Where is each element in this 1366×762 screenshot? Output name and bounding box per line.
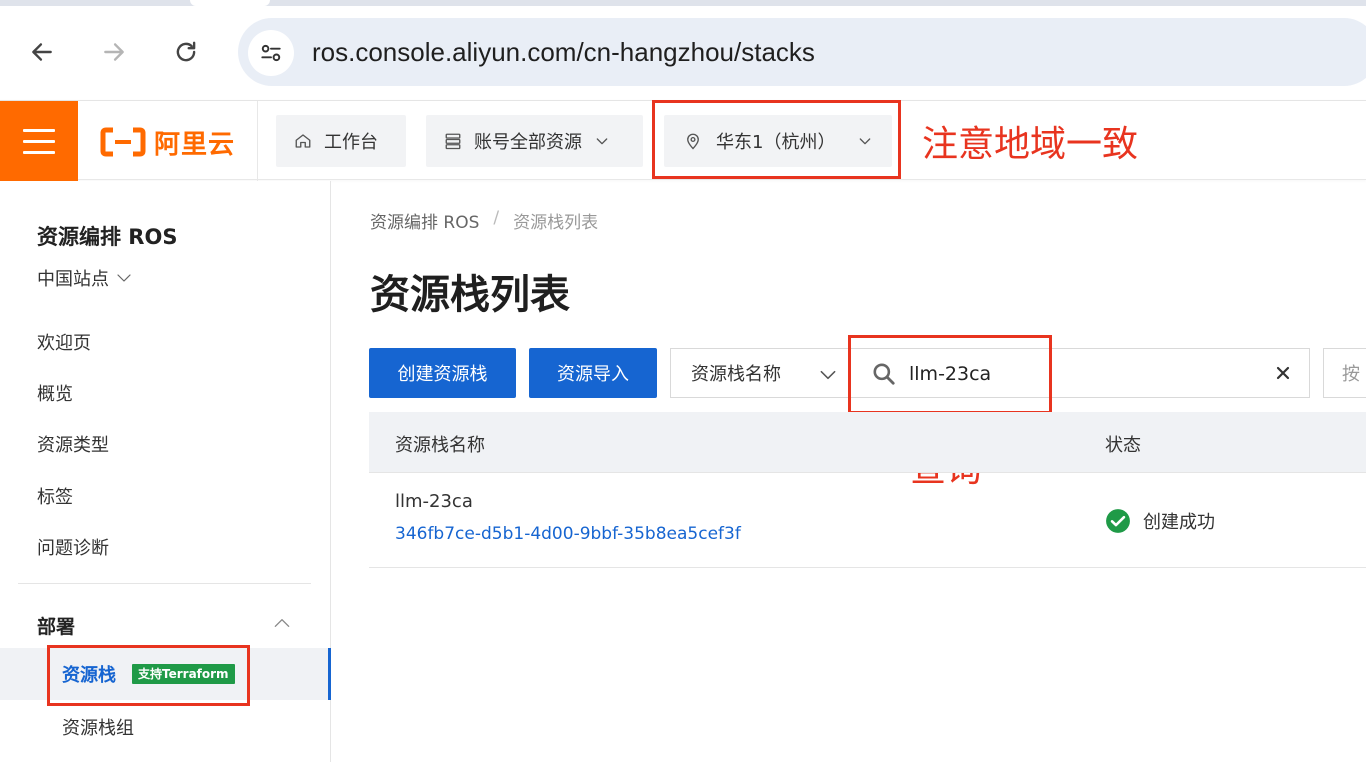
chevron-down-icon bbox=[820, 370, 836, 380]
breadcrumb: 资源编排 ROS / 资源栈列表 bbox=[370, 208, 598, 233]
clear-icon[interactable] bbox=[1271, 361, 1295, 385]
url-text[interactable]: ros.console.aliyun.com/cn-hangzhou/stack… bbox=[312, 37, 815, 68]
reload-button[interactable] bbox=[164, 30, 208, 74]
all-resources-label: 账号全部资源 bbox=[474, 132, 582, 153]
import-resources-button[interactable]: 资源导入 bbox=[529, 348, 657, 398]
breadcrumb-item-current: 资源栈列表 bbox=[513, 213, 599, 233]
secondary-filter[interactable]: 按 bbox=[1323, 348, 1366, 398]
sidebar-item-diagnosis[interactable]: 问题诊断 bbox=[37, 534, 109, 560]
workbench-label: 工作台 bbox=[324, 132, 378, 153]
sidebar-item-stack-groups[interactable]: 资源栈组 bbox=[62, 714, 134, 740]
tab-strip bbox=[0, 0, 1366, 6]
chevron-up-icon bbox=[274, 619, 290, 627]
table-header: 资源栈名称 状态 bbox=[369, 412, 1366, 473]
reload-icon bbox=[176, 41, 196, 62]
product-title: 资源编排 ROS bbox=[37, 225, 178, 249]
menu-button[interactable] bbox=[0, 101, 78, 181]
check-circle-icon bbox=[1106, 509, 1130, 533]
breadcrumb-separator: / bbox=[493, 208, 500, 228]
chevron-down-icon bbox=[117, 274, 131, 282]
sidebar-item-tags[interactable]: 标签 bbox=[37, 483, 73, 509]
sidebar-item-resource-types[interactable]: 资源类型 bbox=[37, 431, 109, 457]
site-label: 中国站点 bbox=[37, 269, 109, 290]
breadcrumb-item-ros[interactable]: 资源编排 ROS bbox=[370, 208, 479, 233]
sidebar-item-overview[interactable]: 概览 bbox=[37, 380, 73, 406]
sidebar-divider bbox=[18, 583, 311, 584]
create-stack-button[interactable]: 创建资源栈 bbox=[369, 348, 516, 398]
logo-text: 阿里云 bbox=[154, 129, 236, 160]
aliyun-logo-icon bbox=[100, 127, 146, 157]
status-text: 创建成功 bbox=[1143, 512, 1215, 533]
workbench-button[interactable]: 工作台 bbox=[276, 115, 406, 167]
site-info-button[interactable] bbox=[248, 30, 294, 76]
chevron-down-icon bbox=[596, 138, 608, 145]
table-row: llm-23ca 346fb7ce-d5b1-4d00-9bbf-35b8ea5… bbox=[369, 473, 1366, 568]
stacks-highlight-box bbox=[47, 645, 250, 706]
back-button[interactable] bbox=[20, 30, 64, 74]
active-indicator bbox=[328, 648, 331, 700]
collapse-button[interactable] bbox=[272, 613, 292, 637]
arrow-left-icon bbox=[32, 43, 52, 61]
stack-id-link[interactable]: 346fb7ce-d5b1-4d00-9bbf-35b8ea5cef3f bbox=[395, 524, 741, 544]
hamburger-icon bbox=[23, 128, 55, 132]
region-highlight-box bbox=[652, 100, 901, 179]
search-highlight-box bbox=[848, 335, 1052, 414]
sidebar-item-welcome[interactable]: 欢迎页 bbox=[37, 329, 91, 355]
forward-button[interactable] bbox=[92, 30, 136, 74]
sidebar-group-deploy[interactable]: 部署 bbox=[37, 612, 75, 639]
browser-chrome: ros.console.aliyun.com/cn-hangzhou/stack… bbox=[0, 0, 1366, 100]
filter-field-select[interactable]: 资源栈名称 bbox=[670, 348, 850, 398]
all-resources-dropdown[interactable]: 账号全部资源 bbox=[426, 115, 643, 167]
divider bbox=[257, 101, 258, 181]
tune-icon bbox=[261, 44, 281, 62]
secondary-filter-label: 按 bbox=[1342, 364, 1360, 385]
home-icon bbox=[295, 134, 311, 148]
aliyun-logo[interactable]: 阿里云 bbox=[100, 125, 236, 160]
column-header-name: 资源栈名称 bbox=[395, 435, 485, 456]
stack-name: llm-23ca bbox=[395, 491, 473, 512]
page-title: 资源栈列表 bbox=[370, 272, 570, 318]
column-header-status: 状态 bbox=[1105, 435, 1141, 456]
arrow-right-icon bbox=[104, 43, 124, 61]
region-annotation-text: 注意地域一致 bbox=[922, 124, 1139, 165]
status-cell: 创建成功 bbox=[1105, 508, 1215, 534]
address-bar[interactable]: ros.console.aliyun.com/cn-hangzhou/stack… bbox=[238, 18, 1366, 86]
stack-layers-icon bbox=[445, 133, 461, 150]
filter-field-label: 资源栈名称 bbox=[691, 364, 781, 385]
site-selector[interactable]: 中国站点 bbox=[37, 265, 133, 291]
